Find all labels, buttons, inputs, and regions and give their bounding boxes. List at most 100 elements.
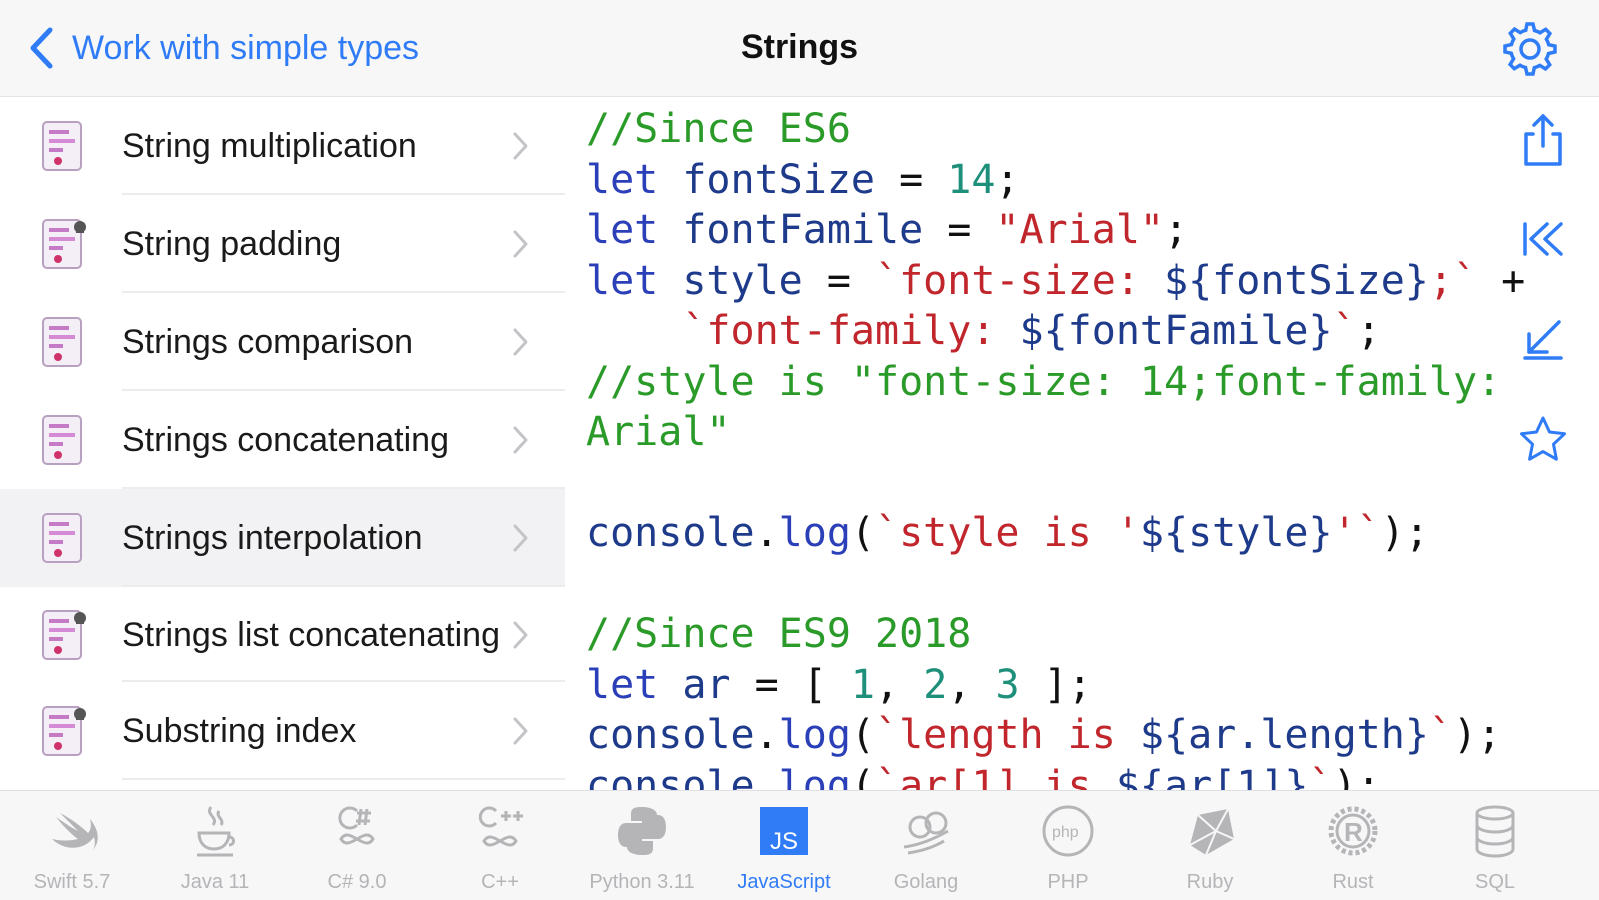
code-document-icon xyxy=(40,704,86,758)
code-document-icon xyxy=(40,119,86,173)
chevron-right-icon xyxy=(510,713,532,749)
code-token: , xyxy=(875,661,924,708)
code-token: ar xyxy=(682,661,731,708)
chevron-right-icon xyxy=(510,128,532,164)
row-separator xyxy=(122,778,565,780)
code-token: '` xyxy=(1332,510,1381,556)
code-line: let fontFamile = "Arial"; xyxy=(586,205,1546,256)
navigation-bar: Work with simple types Strings xyxy=(0,0,1599,97)
code-document-icon xyxy=(40,217,86,271)
tab-cpp[interactable]: C++ xyxy=(430,791,570,900)
tab-label: C# 9.0 xyxy=(327,871,387,893)
code-line: let fontSize = 14; xyxy=(586,155,1546,206)
list-item[interactable]: Strings comparison xyxy=(0,293,565,391)
svg-text:R: R xyxy=(1344,817,1363,847)
javascript-icon: JS xyxy=(754,801,814,861)
code-token: ); xyxy=(1380,510,1429,556)
code-token: ); xyxy=(1332,762,1381,791)
tab-swift[interactable]: Swift 5.7 xyxy=(2,791,142,900)
tab-rust[interactable]: R Rust xyxy=(1283,791,1423,900)
tab-python[interactable]: Python 3.11 xyxy=(572,791,712,900)
code-token: 14 xyxy=(947,156,996,203)
code-token: ; xyxy=(995,156,1020,203)
list-item[interactable]: String padding xyxy=(0,195,565,293)
code-token: ${fontSize} xyxy=(1163,257,1429,304)
chevron-right-icon xyxy=(510,324,532,360)
code-line: console.log(`length is ${ar.length}`); xyxy=(586,710,1546,761)
tab-golang[interactable]: Golang xyxy=(856,791,996,900)
code-token: ` xyxy=(1428,712,1453,758)
list-item[interactable]: Substring index xyxy=(0,682,565,780)
swift-icon xyxy=(42,801,102,861)
tab-javascript[interactable]: JS JavaScript xyxy=(714,791,854,900)
tab-label: Java 11 xyxy=(180,871,250,893)
chevron-right-icon xyxy=(510,422,532,458)
list-item[interactable]: Strings list concatenating xyxy=(0,587,565,682)
code-token: ]; xyxy=(1019,661,1092,708)
list-item-label: Strings list concatenating xyxy=(122,615,500,654)
last-icon[interactable] xyxy=(1513,310,1573,370)
code-token: log xyxy=(778,712,851,758)
code-token: . xyxy=(754,762,779,791)
list-item[interactable]: Strings concatenating xyxy=(0,391,565,489)
code-line: //Since ES9 2018 xyxy=(586,609,1546,660)
list-item-label: Substring index xyxy=(122,712,357,750)
php-icon: php xyxy=(1038,801,1098,861)
tab-php[interactable]: php PHP xyxy=(998,791,1138,900)
code-token: ` xyxy=(1332,308,1357,354)
code-token: . xyxy=(754,510,779,556)
code-token: `font-size: xyxy=(875,257,1164,304)
code-line: let ar = [ 1, 2, 3 ]; xyxy=(586,660,1546,711)
code-token: ; xyxy=(1163,207,1189,253)
code-token: "Arial" xyxy=(995,207,1164,253)
tab-label: C++ xyxy=(481,871,519,893)
topic-list: String multiplication String padding Strin… xyxy=(0,97,565,790)
cpp-icon xyxy=(470,801,530,861)
code-token: log xyxy=(778,762,851,791)
tab-sql[interactable]: SQL xyxy=(1425,791,1565,900)
tab-java[interactable]: Java 11 xyxy=(145,791,285,900)
code-line: let style = `font-size: ${fontSize};` + xyxy=(586,256,1546,307)
code-token: Arial" xyxy=(586,409,731,455)
code-token: let xyxy=(586,156,683,203)
code-token: ( xyxy=(850,762,876,791)
code-token: fontFamile xyxy=(682,207,924,253)
code-token: `ar[1] is xyxy=(875,762,1116,791)
code-token: ${ar.length} xyxy=(1139,712,1429,758)
ruby-icon xyxy=(1180,801,1240,861)
code-line: console.log(`style is '${style}'`); xyxy=(586,508,1546,559)
code-token: console xyxy=(586,762,755,791)
list-item[interactable]: String multiplication xyxy=(0,97,565,195)
code-document-icon xyxy=(40,413,86,467)
tab-ruby[interactable]: Ruby xyxy=(1140,791,1280,900)
tab-label: JavaScript xyxy=(737,871,831,893)
code-token: //Since ES9 2018 xyxy=(586,611,972,657)
python-icon xyxy=(612,801,672,861)
star-icon[interactable] xyxy=(1513,410,1573,470)
code-token: = xyxy=(923,207,996,253)
first-icon[interactable] xyxy=(1513,210,1573,270)
tab-csharp[interactable]: C# 9.0 xyxy=(287,791,427,900)
settings-gear-icon[interactable] xyxy=(1501,20,1559,78)
code-token: console xyxy=(586,712,755,758)
share-icon[interactable] xyxy=(1513,110,1573,170)
code-line: console.log(`ar[1] is ${ar[1]}`); xyxy=(586,761,1546,791)
rust-icon: R xyxy=(1323,801,1383,861)
code-token: 2 xyxy=(923,661,948,708)
code-document-icon xyxy=(40,608,86,662)
chevron-right-icon xyxy=(510,226,532,262)
page-title: Strings xyxy=(740,28,859,66)
code-token: = xyxy=(802,257,875,304)
code-view: //Since ES6 let fontSize = 14; let fontFam… xyxy=(586,104,1546,790)
code-token: ); xyxy=(1453,712,1502,758)
chevron-right-icon xyxy=(510,520,532,556)
code-token: ` xyxy=(1308,762,1333,791)
list-item-label: String padding xyxy=(122,225,342,263)
code-token: = xyxy=(874,156,948,203)
code-token: . xyxy=(754,712,779,758)
code-token: ( xyxy=(850,510,876,556)
code-token: `style is ' xyxy=(875,510,1140,556)
list-item[interactable]: Strings interpolation xyxy=(0,489,565,587)
java-icon xyxy=(185,801,245,861)
